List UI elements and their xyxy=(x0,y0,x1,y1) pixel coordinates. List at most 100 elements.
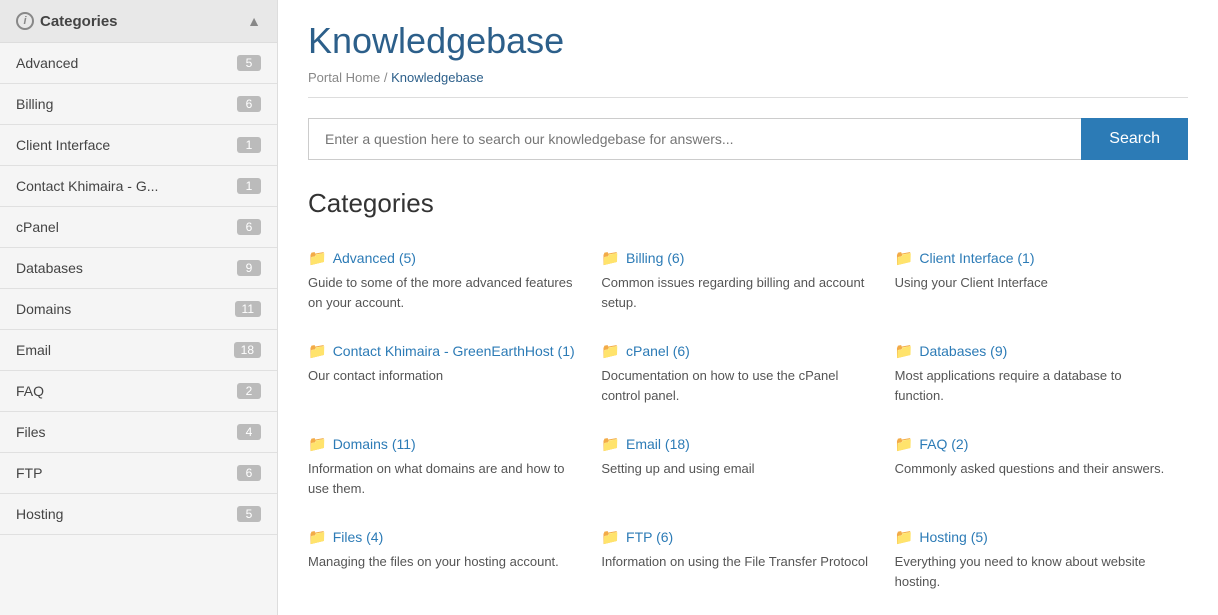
sidebar-item-label: Files xyxy=(16,424,46,440)
sidebar-item-label: Hosting xyxy=(16,506,63,522)
category-desc: Setting up and using email xyxy=(601,459,878,479)
category-link[interactable]: 📁 Advanced (5) xyxy=(308,249,585,267)
folder-icon: 📁 xyxy=(895,435,914,453)
sidebar-item[interactable]: Databases 9 xyxy=(0,248,277,289)
category-label: Domains (11) xyxy=(333,436,416,452)
breadcrumb-separator: / xyxy=(384,70,388,85)
category-desc: Using your Client Interface xyxy=(895,273,1172,293)
breadcrumb-home[interactable]: Portal Home xyxy=(308,70,380,85)
folder-icon: 📁 xyxy=(895,249,914,267)
category-link[interactable]: 📁 FTP (6) xyxy=(601,528,878,546)
sidebar-item[interactable]: Client Interface 1 xyxy=(0,125,277,166)
sidebar: i Categories ▲ Advanced 5 Billing 6 Clie… xyxy=(0,0,278,615)
category-label: FTP (6) xyxy=(626,529,673,545)
sidebar-title-label: Categories xyxy=(40,13,118,30)
sidebar-items-list: Advanced 5 Billing 6 Client Interface 1 … xyxy=(0,43,277,535)
sidebar-item-label: Email xyxy=(16,342,51,358)
search-bar: Search xyxy=(308,118,1188,160)
sidebar-item[interactable]: Files 4 xyxy=(0,412,277,453)
sidebar-item[interactable]: Email 18 xyxy=(0,330,277,371)
category-card: 📁 FTP (6) Information on using the File … xyxy=(601,518,894,611)
search-button[interactable]: Search xyxy=(1081,118,1188,160)
folder-icon: 📁 xyxy=(308,528,327,546)
breadcrumb: Portal Home / Knowledgebase xyxy=(308,70,1188,98)
sidebar-item-label: Domains xyxy=(16,301,71,317)
category-card: 📁 Advanced (5) Guide to some of the more… xyxy=(308,239,601,332)
category-link[interactable]: 📁 Email (18) xyxy=(601,435,878,453)
sidebar-item[interactable]: cPanel 6 xyxy=(0,207,277,248)
category-desc: Everything you need to know about websit… xyxy=(895,552,1172,591)
category-link[interactable]: 📁 cPanel (6) xyxy=(601,342,878,360)
sidebar-item-label: FTP xyxy=(16,465,42,481)
category-label: FAQ (2) xyxy=(919,436,968,452)
sidebar-item[interactable]: FTP 6 xyxy=(0,453,277,494)
sidebar-item-count: 1 xyxy=(237,178,261,194)
folder-icon: 📁 xyxy=(895,528,914,546)
category-link[interactable]: 📁 Billing (6) xyxy=(601,249,878,267)
category-card: 📁 FAQ (2) Commonly asked questions and t… xyxy=(895,425,1188,518)
main-content: Knowledgebase Portal Home / Knowledgebas… xyxy=(278,0,1218,615)
sidebar-item[interactable]: Advanced 5 xyxy=(0,43,277,84)
sidebar-item-count: 18 xyxy=(234,342,261,358)
category-desc: Commonly asked questions and their answe… xyxy=(895,459,1172,479)
category-link[interactable]: 📁 Files (4) xyxy=(308,528,585,546)
category-card: 📁 Domains (11) Information on what domai… xyxy=(308,425,601,518)
chevron-up-icon[interactable]: ▲ xyxy=(247,13,261,29)
sidebar-item[interactable]: Contact Khimaira - G... 1 xyxy=(0,166,277,207)
category-label: cPanel (6) xyxy=(626,343,690,359)
sidebar-item-count: 6 xyxy=(237,219,261,235)
sidebar-item[interactable]: Billing 6 xyxy=(0,84,277,125)
sidebar-item[interactable]: Domains 11 xyxy=(0,289,277,330)
folder-icon: 📁 xyxy=(308,342,327,360)
category-desc: Documentation on how to use the cPanel c… xyxy=(601,366,878,405)
sidebar-item-count: 4 xyxy=(237,424,261,440)
category-label: Databases (9) xyxy=(919,343,1007,359)
folder-icon: 📁 xyxy=(601,435,620,453)
category-label: Email (18) xyxy=(626,436,690,452)
folder-icon: 📁 xyxy=(601,342,620,360)
category-link[interactable]: 📁 Domains (11) xyxy=(308,435,585,453)
category-card: 📁 Client Interface (1) Using your Client… xyxy=(895,239,1188,332)
sidebar-item-label: FAQ xyxy=(16,383,44,399)
category-link[interactable]: 📁 FAQ (2) xyxy=(895,435,1172,453)
categories-grid: 📁 Advanced (5) Guide to some of the more… xyxy=(308,239,1188,611)
folder-icon: 📁 xyxy=(601,249,620,267)
category-label: Contact Khimaira - GreenEarthHost (1) xyxy=(333,343,575,359)
sidebar-item-label: Contact Khimaira - G... xyxy=(16,178,158,194)
sidebar-item-count: 2 xyxy=(237,383,261,399)
folder-icon: 📁 xyxy=(308,249,327,267)
sidebar-item-count: 6 xyxy=(237,96,261,112)
category-desc: Our contact information xyxy=(308,366,585,386)
sidebar-item-label: Client Interface xyxy=(16,137,110,153)
sidebar-item-count: 11 xyxy=(235,301,261,317)
category-desc: Managing the files on your hosting accou… xyxy=(308,552,585,572)
category-desc: Common issues regarding billing and acco… xyxy=(601,273,878,312)
sidebar-item[interactable]: Hosting 5 xyxy=(0,494,277,535)
category-desc: Guide to some of the more advanced featu… xyxy=(308,273,585,312)
search-input[interactable] xyxy=(308,118,1081,160)
category-link[interactable]: 📁 Client Interface (1) xyxy=(895,249,1172,267)
categories-title: Categories xyxy=(308,188,1188,219)
sidebar-item-count: 1 xyxy=(237,137,261,153)
category-desc: Most applications require a database to … xyxy=(895,366,1172,405)
page-title: Knowledgebase xyxy=(308,20,1188,62)
category-card: 📁 cPanel (6) Documentation on how to use… xyxy=(601,332,894,425)
sidebar-item-label: Billing xyxy=(16,96,53,112)
category-label: Advanced (5) xyxy=(333,250,416,266)
folder-icon: 📁 xyxy=(895,342,914,360)
sidebar-item-count: 5 xyxy=(237,55,261,71)
category-link[interactable]: 📁 Hosting (5) xyxy=(895,528,1172,546)
category-card: 📁 Hosting (5) Everything you need to kno… xyxy=(895,518,1188,611)
category-desc: Information on what domains are and how … xyxy=(308,459,585,498)
sidebar-item[interactable]: FAQ 2 xyxy=(0,371,277,412)
category-card: 📁 Contact Khimaira - GreenEarthHost (1) … xyxy=(308,332,601,425)
category-link[interactable]: 📁 Contact Khimaira - GreenEarthHost (1) xyxy=(308,342,585,360)
sidebar-item-count: 9 xyxy=(237,260,261,276)
category-card: 📁 Billing (6) Common issues regarding bi… xyxy=(601,239,894,332)
sidebar-item-count: 6 xyxy=(237,465,261,481)
category-label: Client Interface (1) xyxy=(919,250,1034,266)
category-label: Files (4) xyxy=(333,529,384,545)
category-card: 📁 Email (18) Setting up and using email xyxy=(601,425,894,518)
sidebar-header: i Categories ▲ xyxy=(0,0,277,43)
category-link[interactable]: 📁 Databases (9) xyxy=(895,342,1172,360)
